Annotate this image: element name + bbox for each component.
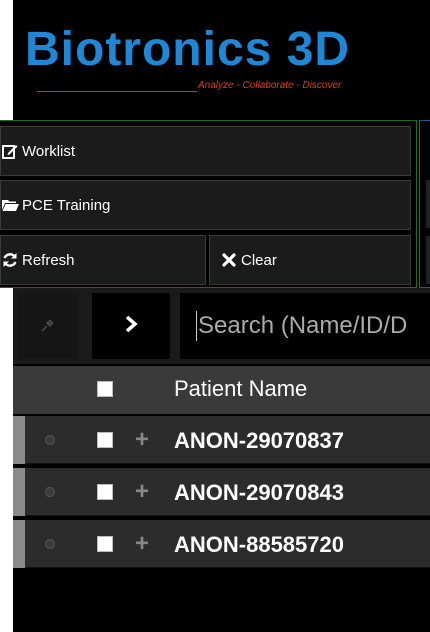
chevron-right-icon [124, 315, 138, 338]
patient-name: ANON-29070837 [174, 428, 344, 453]
row-checkbox[interactable] [97, 432, 113, 448]
secondary-panel-button[interactable] [426, 236, 430, 284]
tagline-underline [37, 91, 197, 92]
refresh-label: Refresh [22, 251, 75, 269]
brand-tagline: Analyze - Collaborate - Discover [198, 80, 342, 91]
patient-name: ANON-88585720 [174, 532, 344, 557]
row-checkbox[interactable] [97, 484, 113, 500]
close-icon [220, 253, 238, 267]
search-input[interactable] [180, 293, 430, 359]
pce-training-button[interactable]: PCE Training [0, 180, 411, 230]
column-header-patient-name[interactable]: Patient Name [174, 376, 307, 402]
pin-icon [40, 317, 56, 336]
secondary-panel-button[interactable] [426, 180, 430, 228]
plus-icon[interactable]: + [135, 428, 149, 452]
refresh-icon [1, 252, 19, 268]
status-dot-icon [45, 539, 55, 549]
edit-icon [1, 143, 19, 159]
pce-training-label: PCE Training [22, 196, 111, 214]
select-all-checkbox[interactable] [97, 381, 113, 397]
text-caret [196, 311, 197, 341]
row-selection-bar [13, 468, 25, 516]
clear-label: Clear [241, 251, 277, 269]
pin-button[interactable] [18, 293, 78, 359]
row-selection-bar [13, 520, 25, 568]
brand-logo: Biotronics 3D [25, 23, 351, 76]
expand-button[interactable] [92, 293, 170, 359]
folder-open-icon [1, 198, 19, 212]
status-dot-icon [45, 435, 55, 445]
left-strip [0, 0, 13, 632]
clear-button[interactable]: Clear [209, 235, 411, 285]
row-checkbox[interactable] [97, 536, 113, 552]
patient-name: ANON-29070843 [174, 480, 344, 505]
worklist-button[interactable]: Worklist [0, 126, 411, 176]
worklist-label: Worklist [22, 142, 76, 160]
refresh-button[interactable]: Refresh [0, 235, 206, 285]
row-selection-bar [13, 416, 25, 464]
plus-icon[interactable]: + [135, 532, 149, 556]
plus-icon[interactable]: + [135, 480, 149, 504]
status-dot-icon [45, 487, 55, 497]
